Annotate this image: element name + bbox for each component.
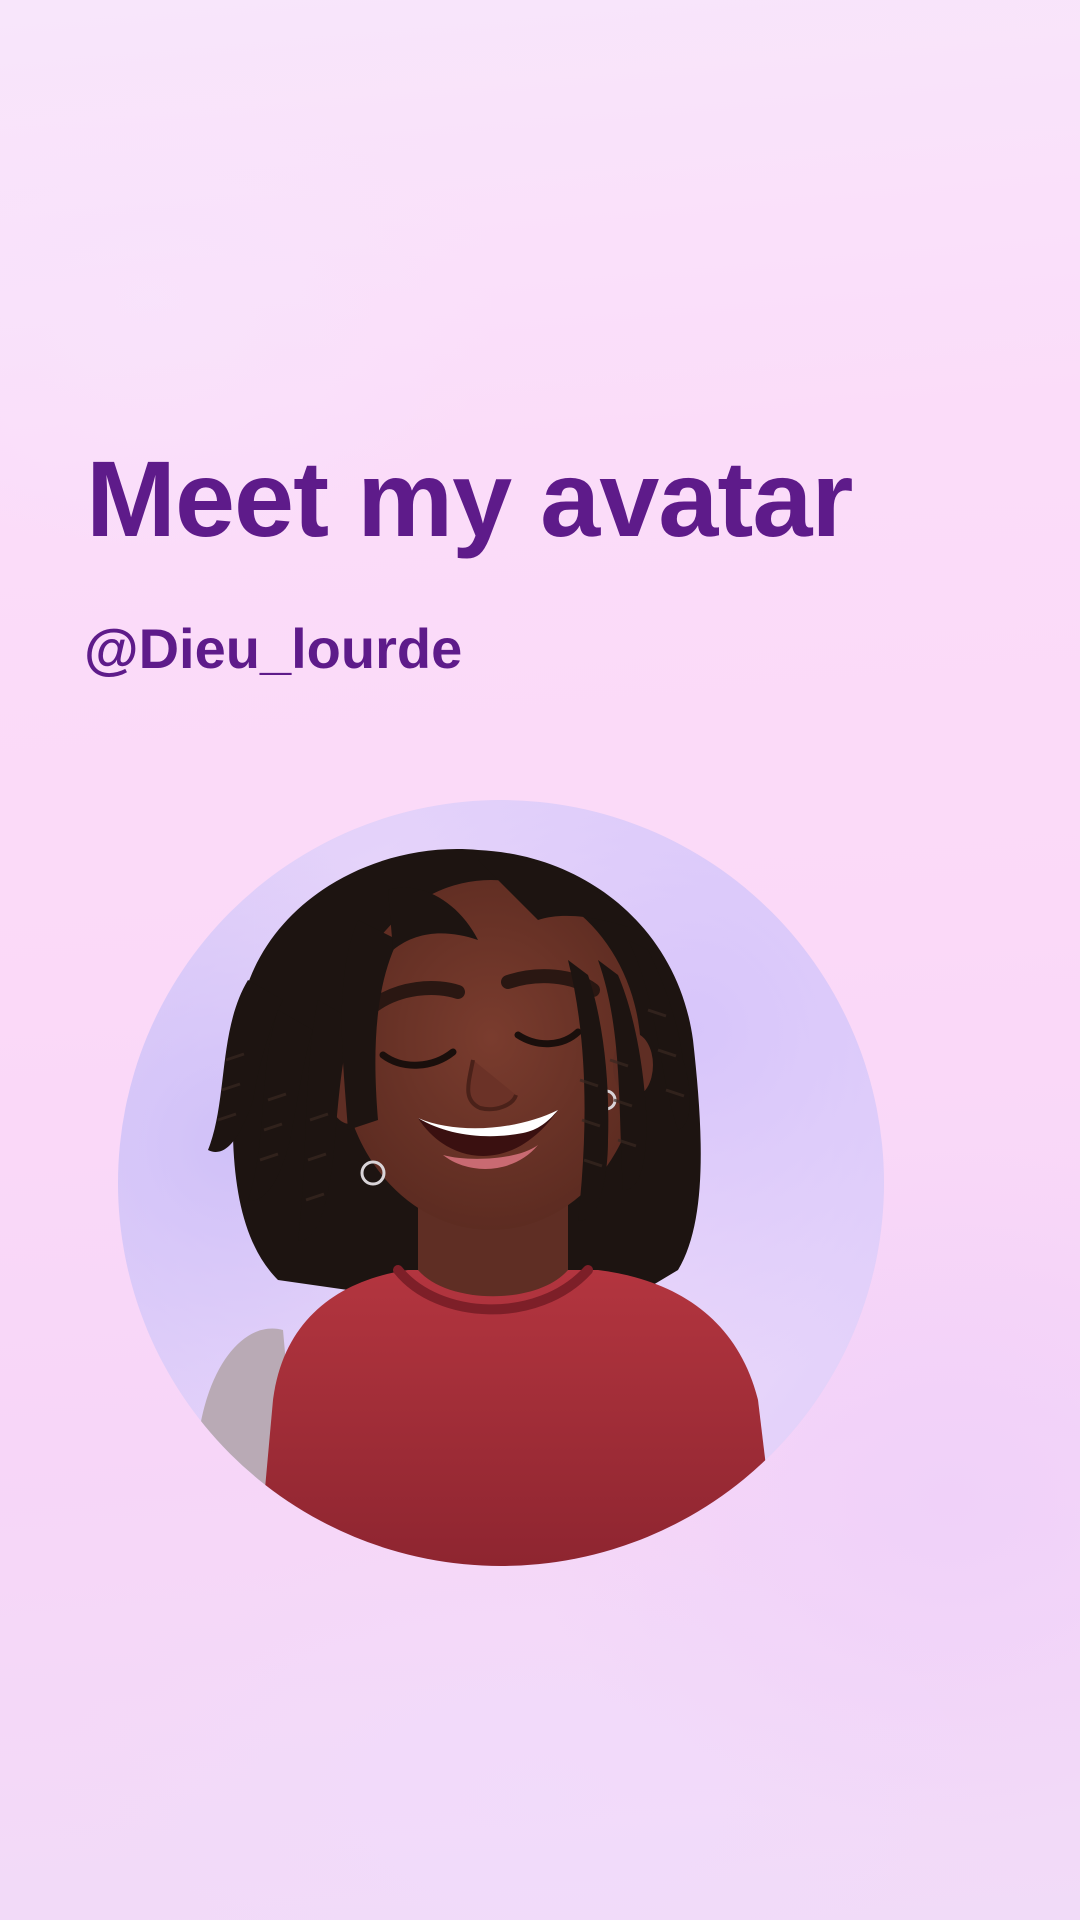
avatar-illustration-icon [198, 849, 778, 1566]
avatar [118, 800, 884, 1566]
username-handle: @Dieu_lourde [84, 617, 463, 680]
page-title: Meet my avatar [86, 438, 853, 559]
